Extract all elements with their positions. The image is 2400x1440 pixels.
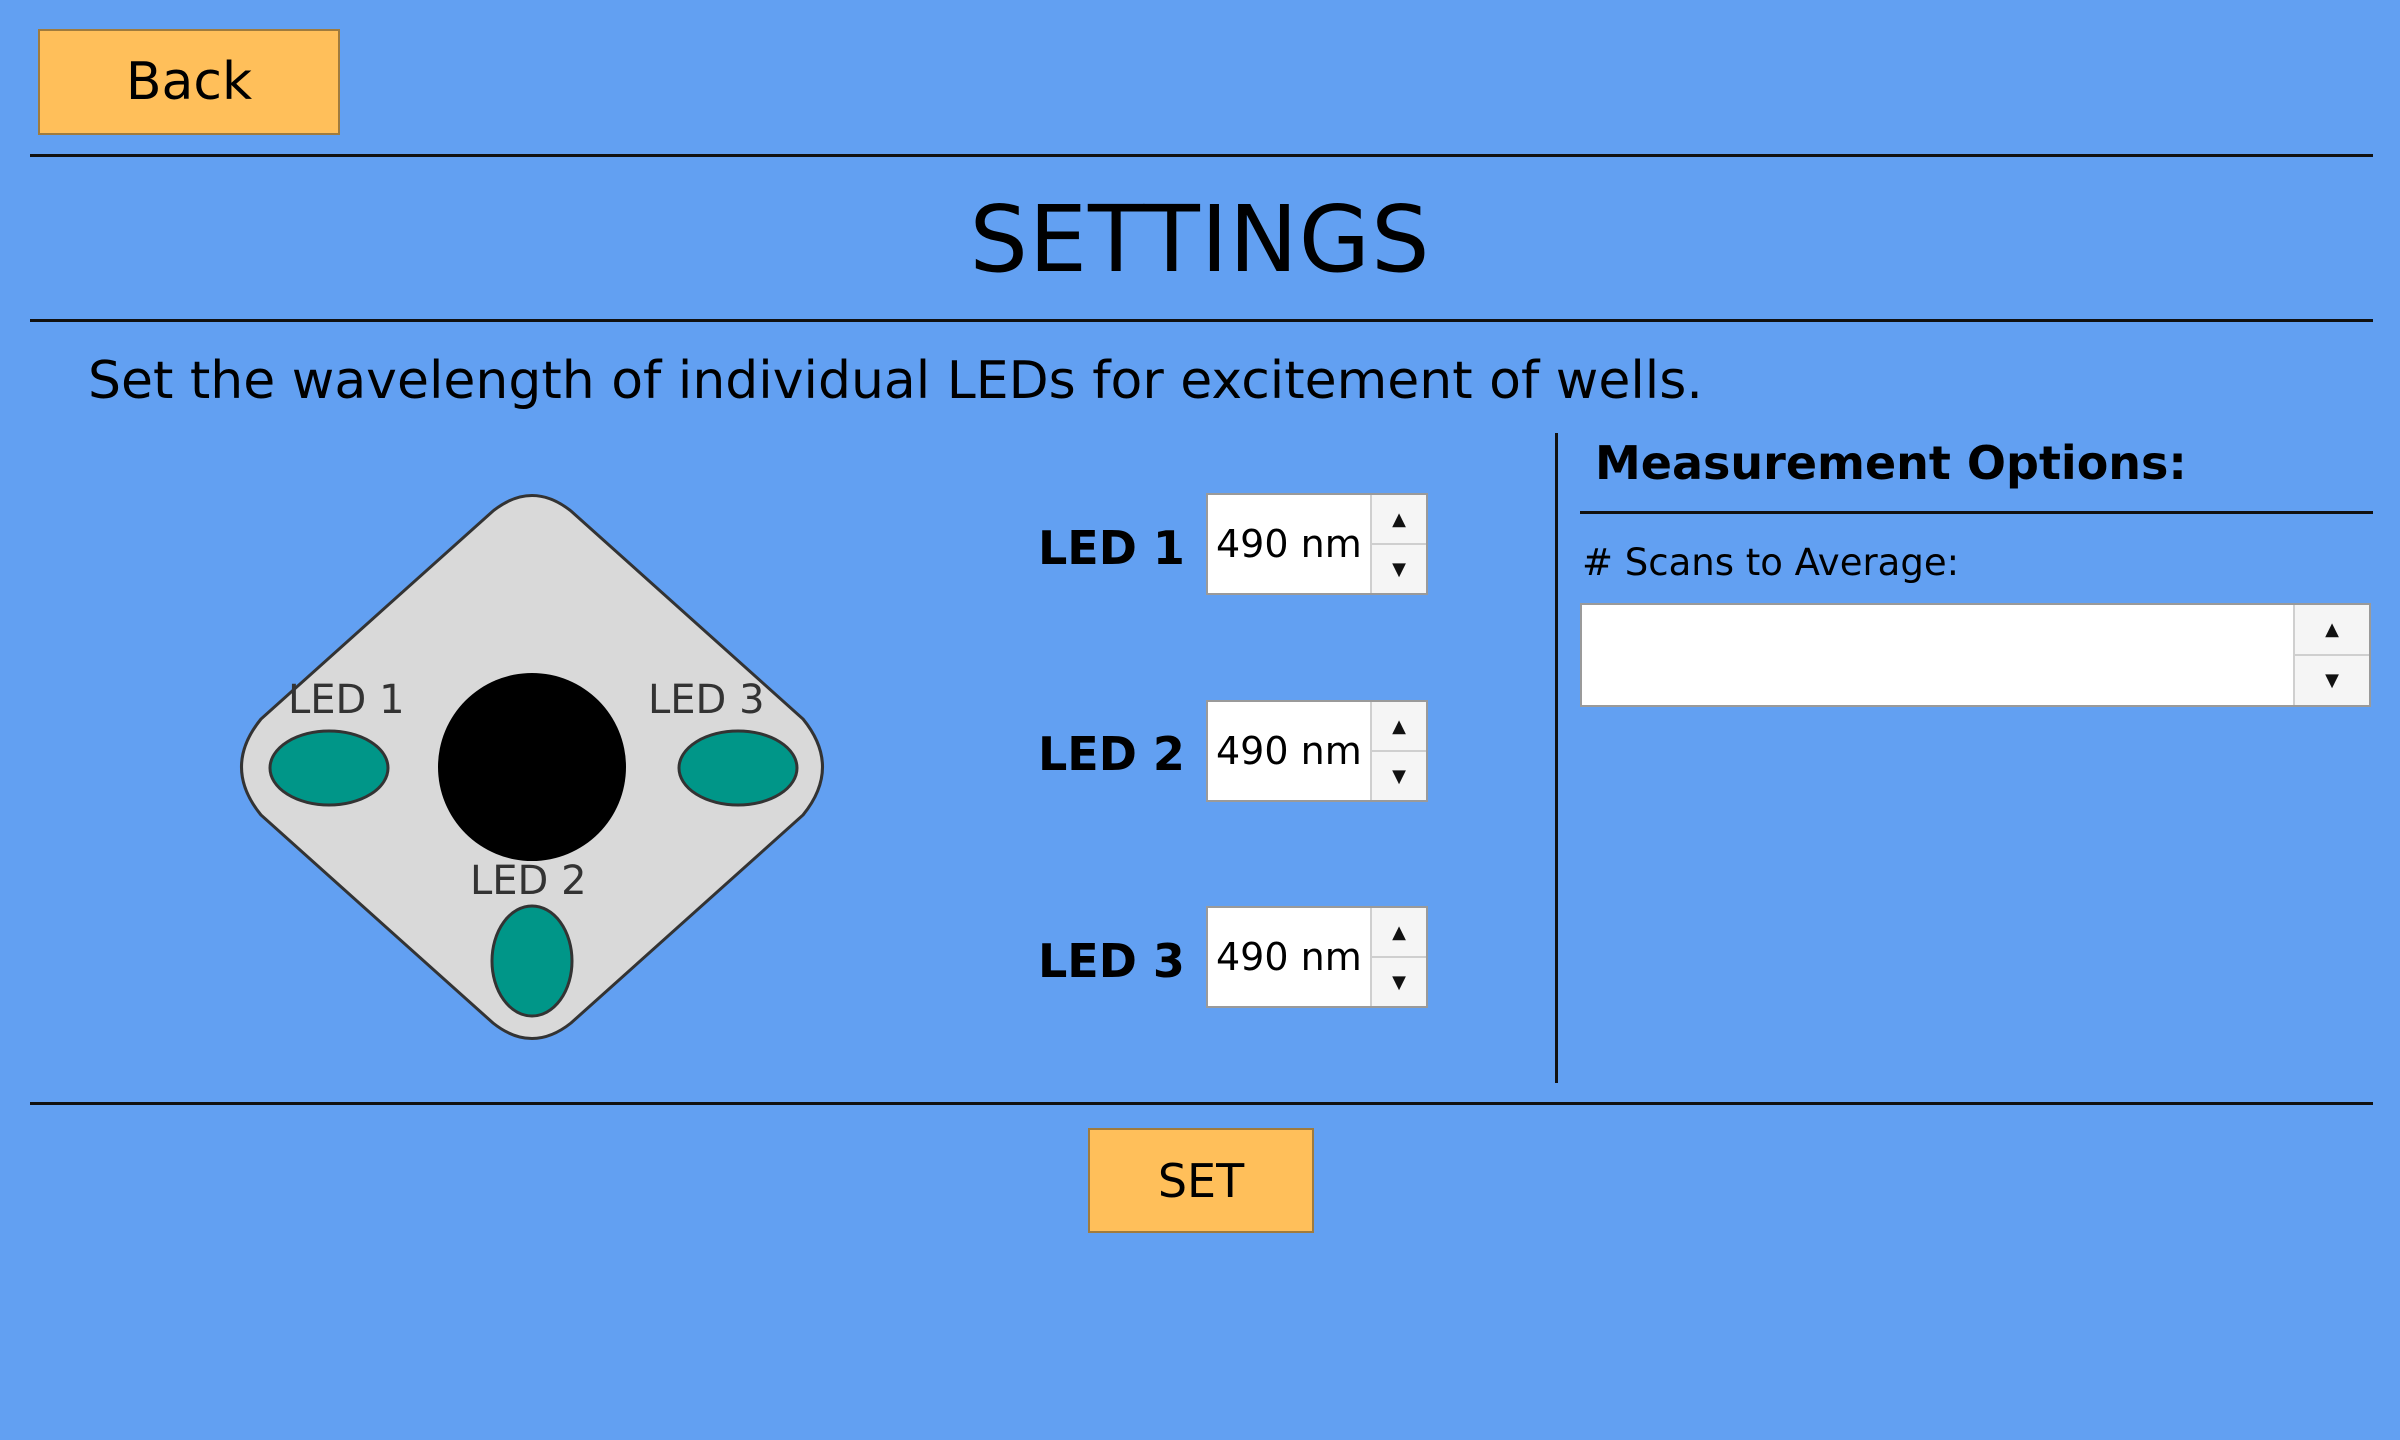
- led-1-diagram-label: LED 1: [288, 677, 405, 723]
- led-1-spin-buttons: ▲ ▼: [1370, 495, 1426, 593]
- scans-increment-icon[interactable]: ▲: [2295, 605, 2369, 654]
- well-circle: [438, 673, 626, 861]
- led-2-shape: [490, 904, 574, 1018]
- led-layout-diagram: LED 1 LED 3 LED 2: [240, 494, 824, 1040]
- measurement-options-heading: Measurement Options:: [1595, 436, 2187, 490]
- measurement-heading-divider: [1580, 511, 2373, 514]
- led-3-wavelength-value[interactable]: 490 nm: [1208, 908, 1370, 1006]
- set-button[interactable]: SET: [1088, 1128, 1314, 1233]
- title-divider: [30, 319, 2373, 322]
- scans-to-average-spinbox[interactable]: ▲ ▼: [1580, 603, 2371, 707]
- led-1-decrement-icon[interactable]: ▼: [1372, 543, 1426, 593]
- led-1-wavelength-value[interactable]: 490 nm: [1208, 495, 1370, 593]
- page-title: SETTINGS: [969, 186, 1431, 293]
- led-2-spin-buttons: ▲ ▼: [1370, 702, 1426, 800]
- back-button[interactable]: Back: [38, 29, 340, 135]
- led-2-decrement-icon[interactable]: ▼: [1372, 750, 1426, 800]
- led-3-spin-buttons: ▲ ▼: [1370, 908, 1426, 1006]
- led-3-wavelength-spinbox[interactable]: 490 nm ▲ ▼: [1206, 906, 1428, 1008]
- top-divider: [30, 154, 2373, 157]
- led-2-diagram-label: LED 2: [470, 858, 587, 904]
- bottom-divider: [30, 1102, 2373, 1105]
- led-1-wavelength-spinbox[interactable]: 490 nm ▲ ▼: [1206, 493, 1428, 595]
- scans-decrement-icon[interactable]: ▼: [2295, 654, 2369, 705]
- scans-to-average-value[interactable]: [1582, 605, 2293, 705]
- led-1-shape: [268, 729, 390, 807]
- led-3-label: LED 3: [1038, 934, 1185, 988]
- led-1-label: LED 1: [1038, 521, 1185, 575]
- instructions-text: Set the wavelength of individual LEDs fo…: [88, 351, 1703, 411]
- led-3-decrement-icon[interactable]: ▼: [1372, 956, 1426, 1006]
- led-3-diagram-label: LED 3: [648, 677, 765, 723]
- led-1-increment-icon[interactable]: ▲: [1372, 495, 1426, 543]
- led-3-shape: [677, 729, 799, 807]
- led-2-wavelength-spinbox[interactable]: 490 nm ▲ ▼: [1206, 700, 1428, 802]
- led-2-increment-icon[interactable]: ▲: [1372, 702, 1426, 750]
- scans-to-average-label: # Scans to Average:: [1582, 541, 1960, 584]
- led-3-increment-icon[interactable]: ▲: [1372, 908, 1426, 956]
- led-2-wavelength-value[interactable]: 490 nm: [1208, 702, 1370, 800]
- led-2-label: LED 2: [1038, 727, 1185, 781]
- scans-spin-buttons: ▲ ▼: [2293, 605, 2369, 705]
- panel-divider: [1555, 433, 1558, 1083]
